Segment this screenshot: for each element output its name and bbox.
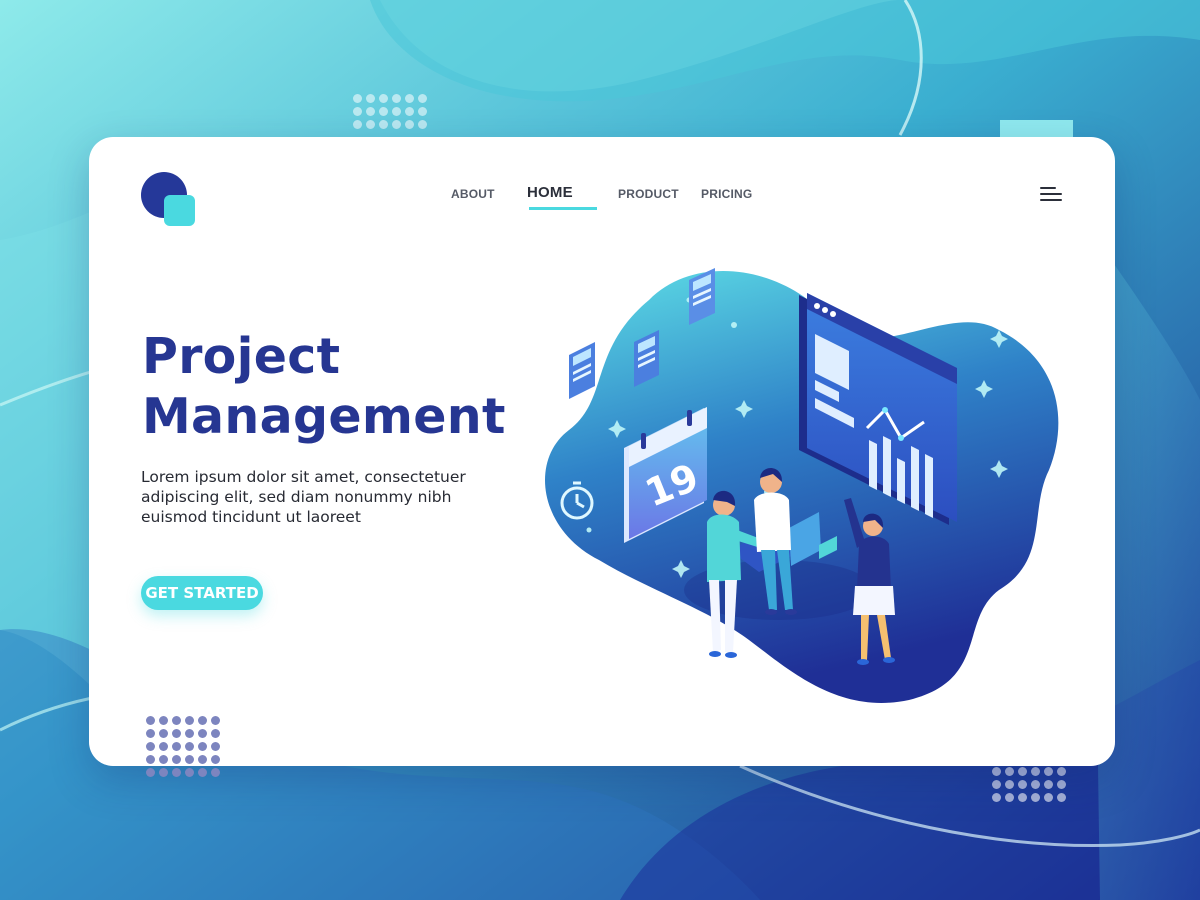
nav-item-home[interactable]: HOME: [527, 184, 573, 201]
landing-card: ABOUT HOME PRODUCT PRICING Project Manag…: [89, 137, 1115, 766]
decorative-dot-grid-top: [353, 94, 427, 129]
hero-description: Lorem ipsum dolor sit amet, consectetuer…: [141, 468, 466, 526]
get-started-button[interactable]: GET STARTED: [141, 576, 263, 610]
logo-icon[interactable]: [141, 172, 197, 228]
hamburger-menu-icon[interactable]: [1040, 187, 1062, 203]
nav-item-product[interactable]: PRODUCT: [618, 187, 679, 201]
decorative-dot-grid-bottom-right: [992, 767, 1066, 802]
nav-item-about[interactable]: ABOUT: [451, 187, 495, 201]
hero-title-line2: Management: [142, 388, 506, 445]
hero-title: Project Management: [142, 327, 506, 447]
nav-active-underline: [529, 207, 597, 210]
nav-item-pricing[interactable]: PRICING: [701, 187, 752, 201]
hero-title-line1: Project: [142, 328, 341, 385]
decorative-dot-grid-bottom-left: [146, 716, 220, 777]
project-management-illustration: 19: [545, 268, 1059, 703]
logo-square: [164, 195, 195, 226]
